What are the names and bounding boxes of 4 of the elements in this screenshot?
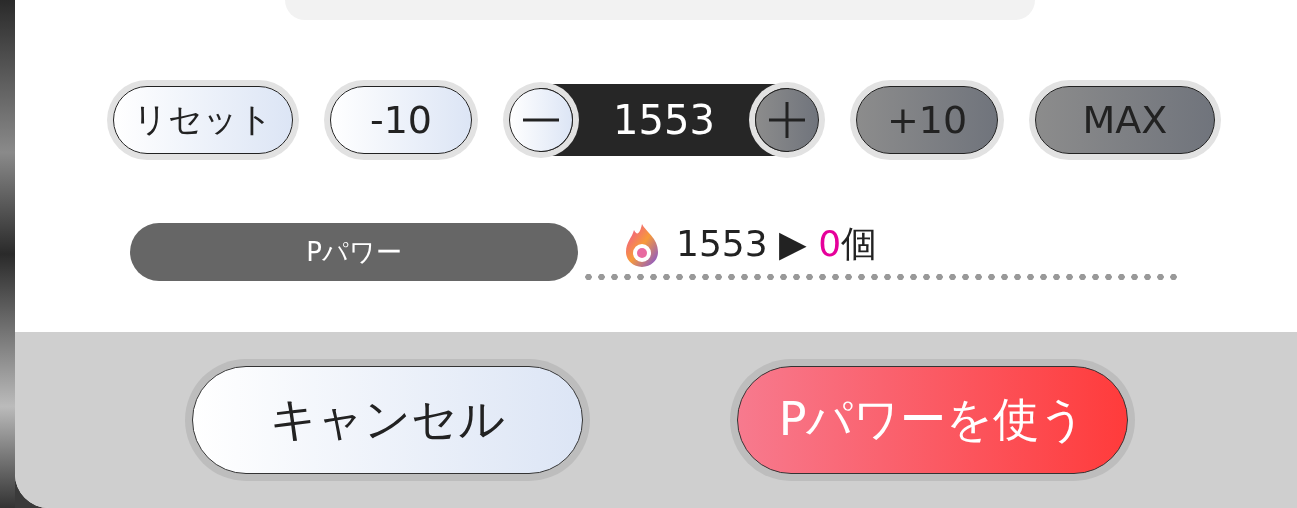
minus-icon (521, 118, 561, 122)
resource-label: Pパワー (130, 223, 578, 281)
power-conversion: 1553 ▶ 0個 (676, 222, 878, 266)
plus-icon (767, 100, 807, 140)
